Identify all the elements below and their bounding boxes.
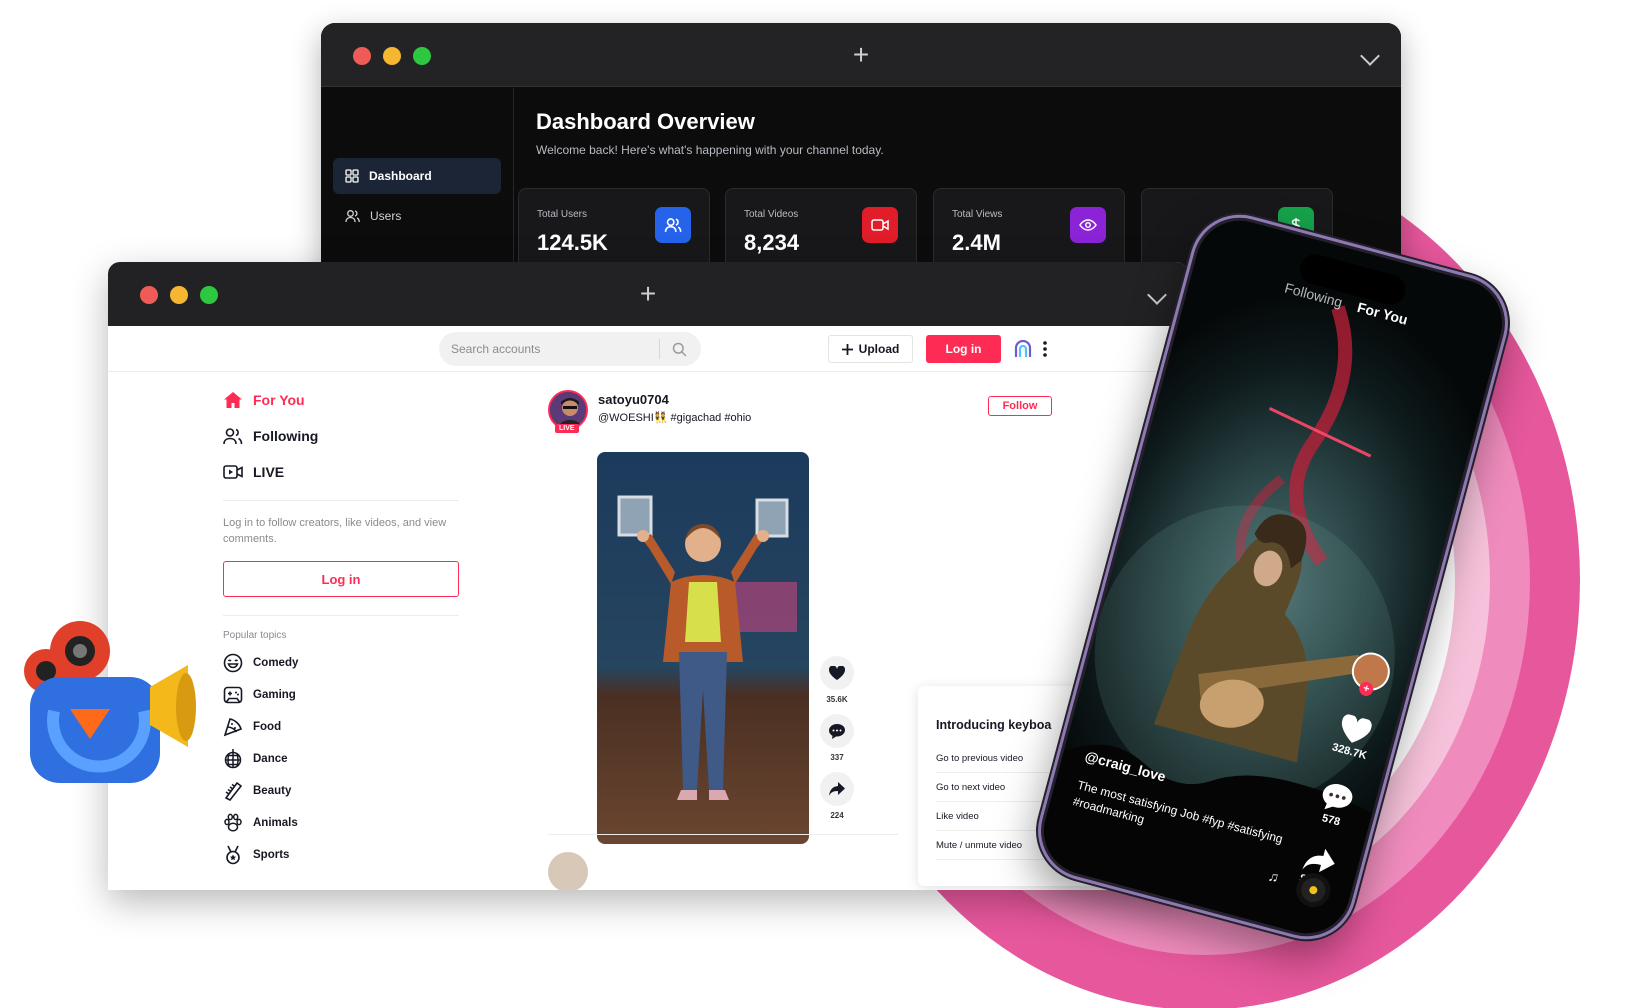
comment-icon [829, 723, 845, 739]
sidebar-login-button[interactable]: Log in [223, 561, 459, 597]
divider [223, 615, 459, 616]
plus-icon [841, 343, 853, 355]
more-vertical-icon[interactable] [1042, 339, 1048, 359]
following-icon [223, 428, 243, 445]
page-subtitle: Welcome back! Here's what's happening wi… [536, 143, 884, 157]
upload-label: Upload [858, 342, 900, 356]
topic-label: Comedy [253, 657, 299, 669]
minimize-window-button[interactable] [383, 47, 401, 65]
minimize-window-button[interactable] [170, 286, 188, 304]
grid-icon [345, 169, 359, 183]
topic-beauty[interactable]: Beauty [223, 775, 463, 807]
sidebar-item-users[interactable]: Users [333, 198, 501, 234]
share-count: 224 [830, 811, 844, 820]
sidebar-item-dashboard[interactable]: Dashboard [333, 158, 501, 194]
topic-label: Beauty [253, 785, 292, 797]
sidebar-item-label: Dashboard [369, 169, 432, 183]
topic-animals[interactable]: Animals [223, 807, 463, 839]
topic-label: Food [253, 721, 282, 733]
topic-food[interactable]: Food [223, 711, 463, 743]
browser-titlebar: + [108, 262, 1188, 326]
divider [223, 500, 459, 501]
login-button[interactable]: Log in [926, 335, 1001, 363]
post-username[interactable]: satoyu0704 [598, 392, 669, 407]
close-window-button[interactable] [140, 286, 158, 304]
paw-icon [224, 813, 242, 832]
medal-icon [226, 845, 240, 865]
dashboard-header: Dashboard Overview Welcome back! Here's … [536, 109, 884, 157]
dashboard-sidebar: Dashboard Users [321, 88, 514, 283]
upload-button[interactable]: Upload [828, 335, 913, 363]
page-title: Dashboard Overview [536, 109, 755, 134]
sidebar-item-label: Users [370, 209, 402, 223]
search-bar [439, 332, 701, 366]
topic-label: Gaming [253, 689, 296, 701]
disco-ball-icon [224, 749, 242, 769]
nav-label: Following [253, 428, 319, 444]
live-icon [223, 465, 243, 479]
site-header: Upload Log in [108, 326, 1188, 372]
topic-sports[interactable]: Sports [223, 839, 463, 871]
comment-action[interactable]: 337 [820, 714, 854, 762]
like-action[interactable]: 35.6K [820, 656, 854, 704]
share-icon [829, 782, 845, 796]
nav-label: LIVE [253, 464, 285, 480]
search-icon [672, 342, 687, 357]
share-action[interactable]: 224 [820, 772, 854, 820]
topic-label: Dance [253, 753, 288, 765]
nav-for-you[interactable]: For You [223, 382, 463, 418]
camera-illustration [18, 615, 208, 800]
heart-icon [829, 666, 845, 680]
divider [548, 834, 898, 835]
pizza-icon [223, 718, 242, 737]
live-badge: LIVE [555, 424, 579, 433]
home-icon [224, 392, 242, 408]
login-prompt-text: Log in to follow creators, like videos, … [223, 517, 447, 545]
nav-following[interactable]: Following [223, 418, 463, 454]
topics-heading: Popular topics [223, 630, 287, 641]
maximize-window-button[interactable] [413, 47, 431, 65]
chevron-down-icon[interactable] [1360, 46, 1380, 66]
nav-label: For You [253, 392, 305, 408]
like-count: 35.6K [826, 695, 848, 704]
video-player[interactable] [597, 452, 809, 844]
comment-count: 337 [830, 753, 844, 762]
avatar[interactable] [548, 852, 588, 890]
topic-comedy[interactable]: Comedy [223, 647, 463, 679]
users-icon [345, 210, 360, 223]
video-icon [862, 207, 898, 243]
users-icon [655, 207, 691, 243]
new-tab-icon[interactable]: + [640, 280, 656, 308]
search-input[interactable] [439, 333, 659, 365]
nav-live[interactable]: LIVE [223, 454, 463, 490]
coin-icon[interactable] [1014, 339, 1032, 359]
dashboard-titlebar: + [321, 23, 1401, 87]
close-window-button[interactable] [353, 47, 371, 65]
maximize-window-button[interactable] [200, 286, 218, 304]
new-tab-icon[interactable]: + [853, 41, 869, 69]
topic-label: Animals [253, 817, 298, 829]
topic-gaming[interactable]: Gaming [223, 679, 463, 711]
search-button[interactable] [660, 333, 698, 365]
eye-icon [1070, 207, 1106, 243]
topic-label: Sports [253, 849, 290, 861]
topic-dance[interactable]: Dance [223, 743, 463, 775]
smile-icon [223, 653, 243, 673]
gamepad-icon [223, 686, 243, 704]
browser-window: + Upload Log in For You Following [108, 262, 1188, 890]
comb-icon [224, 781, 243, 801]
post-caption: @WOESHI👯 #gigachad #ohio [598, 412, 752, 424]
chevron-down-icon[interactable] [1147, 285, 1167, 305]
left-sidebar: For You Following LIVE Log in to follow … [223, 382, 463, 871]
follow-button[interactable]: Follow [988, 396, 1052, 416]
